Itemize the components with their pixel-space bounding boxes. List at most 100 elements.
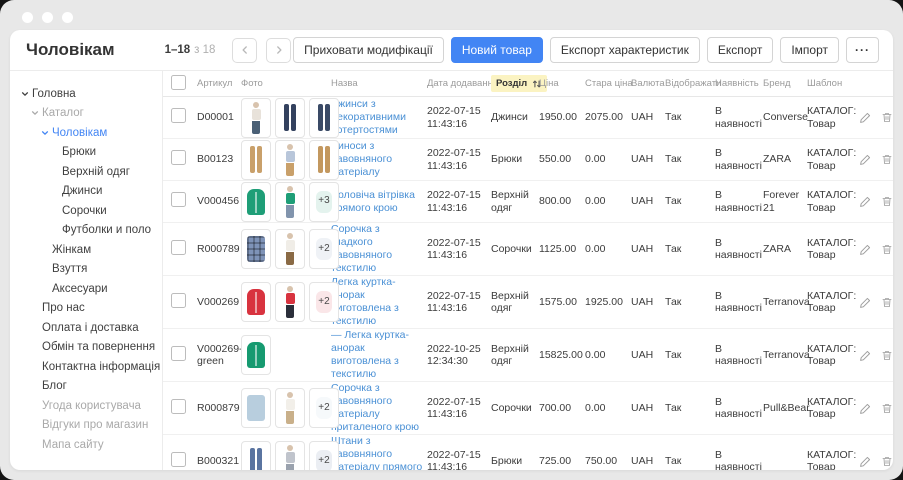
date-cell: 2022-07-1511:43:16 xyxy=(427,396,491,421)
sidebar-item[interactable]: Футболки и поло xyxy=(10,221,162,241)
product-photo[interactable] xyxy=(275,98,305,138)
sidebar-item-label: Оплата і доставка xyxy=(42,322,139,334)
sidebar-item[interactable]: Каталог xyxy=(10,104,162,124)
product-name-link[interactable]: — Легка куртка-анорак виготовлена з текс… xyxy=(331,329,423,381)
more-actions-button[interactable]: ··· xyxy=(846,37,879,63)
row-checkbox[interactable] xyxy=(171,108,186,123)
product-photo[interactable] xyxy=(275,140,305,180)
export-button[interactable]: Експорт xyxy=(707,37,773,63)
sidebar-item[interactable]: Про нас xyxy=(10,299,162,319)
product-photo[interactable] xyxy=(309,98,339,138)
product-name-link[interactable]: Чоловіча вітрівка прямого крою xyxy=(331,189,423,215)
product-name-link[interactable]: Джинси з декоративними потертостями xyxy=(331,98,423,137)
product-photo[interactable]: +2 xyxy=(309,282,339,322)
product-photo[interactable] xyxy=(241,140,271,180)
col-old-price[interactable]: Стара ціна xyxy=(585,78,631,89)
old-price-cell: 0.00 xyxy=(585,243,631,256)
product-photo[interactable] xyxy=(275,182,305,222)
product-name-link[interactable]: Штани з бавовняного матеріалу прямого кр… xyxy=(331,435,423,470)
sidebar-item[interactable]: Чоловікам xyxy=(10,123,162,143)
sidebar-item[interactable]: Джинси xyxy=(10,182,162,202)
select-all-checkbox[interactable] xyxy=(171,75,186,90)
product-name-link[interactable]: Сорочка з бавовняного матеріалу притален… xyxy=(331,382,423,434)
hide-modifications-button[interactable]: Приховати модифікації xyxy=(293,37,444,63)
row-checkbox[interactable] xyxy=(171,293,186,308)
product-photo[interactable] xyxy=(241,335,271,375)
col-brand[interactable]: Бренд xyxy=(763,78,807,89)
prev-page-button[interactable] xyxy=(232,38,257,63)
product-photo[interactable] xyxy=(241,441,271,470)
row-checkbox[interactable] xyxy=(171,150,186,165)
product-photo[interactable] xyxy=(241,388,271,428)
product-photo[interactable] xyxy=(241,282,271,322)
sidebar-item[interactable]: Аксесуари xyxy=(10,279,162,299)
edit-button[interactable] xyxy=(859,243,872,256)
col-currency[interactable]: Валюта xyxy=(631,78,665,89)
edit-button[interactable] xyxy=(859,153,872,166)
col-price[interactable]: Ціна xyxy=(539,78,585,89)
col-template[interactable]: Шаблон xyxy=(807,78,859,89)
delete-button[interactable] xyxy=(881,349,893,362)
sidebar-item[interactable]: Контактна інформація xyxy=(10,357,162,377)
product-name-link[interactable]: Сорочка з гладкого бавовняного текстилю xyxy=(331,223,423,275)
delete-button[interactable] xyxy=(881,455,893,468)
row-checkbox[interactable] xyxy=(171,346,186,361)
row-checkbox[interactable] xyxy=(171,399,186,414)
row-checkbox[interactable] xyxy=(171,240,186,255)
sidebar-item[interactable]: Сорочки xyxy=(10,201,162,221)
export-characteristics-button[interactable]: Експорт характеристик xyxy=(550,37,700,63)
product-photo[interactable] xyxy=(241,229,271,269)
row-checkbox[interactable] xyxy=(171,452,186,467)
sidebar-item[interactable]: Взуття xyxy=(10,260,162,280)
product-photo[interactable] xyxy=(309,140,339,180)
product-name-link[interactable]: Чиноси з бавовняного матеріалу xyxy=(331,140,423,179)
product-photo[interactable] xyxy=(241,98,271,138)
import-button[interactable]: Імпорт xyxy=(780,37,839,63)
sidebar-item[interactable]: Відгуки про магазин xyxy=(10,416,162,436)
pagination-total: з 18 xyxy=(194,44,215,56)
product-photo[interactable] xyxy=(275,282,305,322)
edit-button[interactable] xyxy=(859,195,872,208)
section-cell: Брюки xyxy=(491,455,539,468)
sidebar-item[interactable]: Брюки xyxy=(10,143,162,163)
product-photo[interactable]: +3 xyxy=(309,182,339,222)
product-photo[interactable] xyxy=(275,229,305,269)
edit-button[interactable] xyxy=(859,455,872,468)
row-checkbox[interactable] xyxy=(171,192,186,207)
product-photo[interactable]: +2 xyxy=(309,388,339,428)
col-name[interactable]: Назва xyxy=(331,78,427,89)
edit-button[interactable] xyxy=(859,111,872,124)
product-photo[interactable]: +2 xyxy=(309,229,339,269)
delete-button[interactable] xyxy=(881,111,893,124)
availability-cell: В наявності xyxy=(715,449,763,471)
col-availability[interactable]: Наявність xyxy=(715,78,763,89)
product-photo[interactable]: +2 xyxy=(309,441,339,470)
edit-button[interactable] xyxy=(859,402,872,415)
delete-button[interactable] xyxy=(881,243,893,256)
product-photo[interactable] xyxy=(241,182,271,222)
sidebar-item[interactable]: Обмін та повернення xyxy=(10,338,162,358)
sidebar-item[interactable]: Угода користувача xyxy=(10,396,162,416)
photos-cell xyxy=(241,98,331,138)
col-date[interactable]: Дата додавання xyxy=(427,78,491,89)
edit-button[interactable] xyxy=(859,296,872,309)
delete-button[interactable] xyxy=(881,153,893,166)
section-cell: Сорочки xyxy=(491,243,539,256)
delete-button[interactable] xyxy=(881,296,893,309)
sidebar-item[interactable]: Жінкам xyxy=(10,240,162,260)
product-photo[interactable] xyxy=(275,388,305,428)
product-photo[interactable] xyxy=(275,441,305,470)
delete-button[interactable] xyxy=(881,195,893,208)
delete-button[interactable] xyxy=(881,402,893,415)
sidebar-item[interactable]: Мапа сайту xyxy=(10,435,162,455)
edit-button[interactable] xyxy=(859,349,872,362)
sidebar-item[interactable]: Верхній одяг xyxy=(10,162,162,182)
sidebar-item[interactable]: Головна xyxy=(10,84,162,104)
col-display[interactable]: Відображати xyxy=(665,78,715,89)
sidebar-item[interactable]: Оплата і доставка xyxy=(10,318,162,338)
next-page-button[interactable] xyxy=(266,38,291,63)
col-article[interactable]: Артикул xyxy=(197,78,241,89)
new-product-button[interactable]: Новий товар xyxy=(451,37,543,63)
product-name-link[interactable]: Легка куртка-анорак виготовлена з тексти… xyxy=(331,276,423,328)
sidebar-item[interactable]: Блог xyxy=(10,377,162,397)
